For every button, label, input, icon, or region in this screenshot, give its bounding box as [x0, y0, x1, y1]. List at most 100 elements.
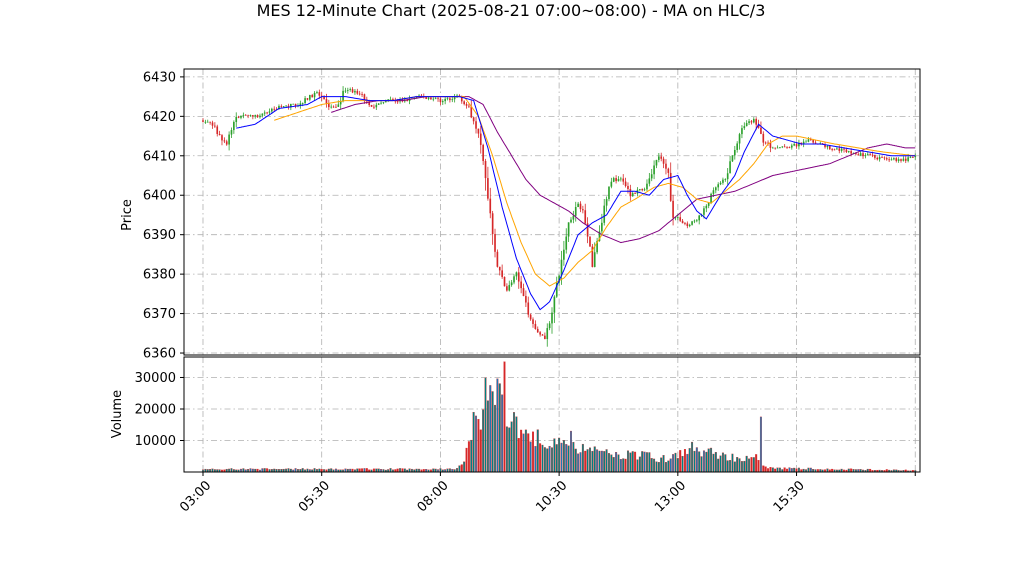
volume-bar	[674, 452, 677, 473]
candle-body	[282, 106, 285, 107]
chart-title: MES 12-Minute Chart (2025-08-21 07:00~08…	[257, 1, 766, 20]
candle-body	[610, 181, 613, 187]
volume-bar	[745, 455, 748, 473]
volume-bar	[510, 421, 513, 473]
candle-body	[840, 148, 843, 151]
candle-body	[712, 190, 715, 194]
candle-body	[517, 272, 520, 282]
volume-bar	[681, 455, 684, 473]
candle-body	[897, 159, 900, 161]
candle-body	[629, 188, 632, 197]
candle-body	[752, 119, 755, 123]
candle-body	[850, 151, 852, 154]
candle-body	[743, 126, 746, 129]
volume-bar	[555, 444, 558, 473]
chart-container: MES 12-Minute Chart (2025-08-21 07:00~08…	[0, 0, 1022, 575]
candle-body	[256, 115, 259, 118]
candle-body	[788, 146, 791, 148]
candle-body	[859, 153, 862, 156]
candle-body	[382, 102, 385, 104]
candle-body	[793, 144, 795, 146]
candle-body	[316, 92, 318, 93]
candle-body	[491, 213, 494, 235]
candle-body	[266, 112, 268, 114]
volume-bar	[465, 447, 468, 473]
price-tick-label: 6390	[143, 228, 176, 243]
candle-body	[240, 115, 242, 118]
volume-panel: 10000 20000 30000 Volume	[110, 356, 921, 473]
volume-bar	[491, 391, 494, 473]
volume-bar	[669, 458, 672, 473]
candle-body	[871, 154, 874, 156]
candle-body	[346, 90, 349, 91]
candle-body	[907, 157, 909, 161]
candle-body	[515, 272, 518, 277]
volume-bar	[622, 458, 625, 473]
candle-body	[323, 96, 325, 100]
candle-body	[731, 155, 734, 162]
price-tick-label: 6370	[143, 307, 176, 322]
volume-bar	[691, 441, 694, 473]
candle-body	[513, 276, 515, 283]
candle-body	[878, 157, 881, 160]
candle-body	[693, 220, 696, 222]
candle-body	[446, 98, 449, 100]
volume-bar	[733, 461, 736, 473]
candle-body	[370, 105, 373, 107]
volume-bar	[641, 451, 644, 473]
candle-body	[790, 145, 793, 148]
candle-body	[741, 128, 743, 135]
candle-body	[579, 203, 582, 210]
candle-body	[570, 219, 572, 223]
volume-bar	[261, 468, 264, 473]
volume-bar	[579, 452, 582, 473]
candle-body	[909, 157, 912, 158]
volume-bar	[662, 455, 665, 473]
candle-body	[779, 147, 781, 148]
volume-bar	[524, 429, 527, 473]
volume-bar	[551, 447, 553, 473]
candle-body	[658, 156, 660, 160]
candle-body	[206, 121, 209, 123]
candle-body	[271, 108, 273, 112]
volume-bar	[653, 458, 656, 473]
candle-body	[705, 205, 708, 209]
candle-body	[242, 114, 245, 116]
candle-body	[686, 223, 689, 227]
candle-body	[344, 90, 347, 92]
volume-bar	[607, 453, 610, 473]
volume-bar	[655, 461, 658, 473]
volume-bar	[793, 467, 796, 473]
candle-body	[235, 116, 238, 123]
candle-body	[584, 210, 587, 224]
candle-body	[230, 130, 233, 135]
candle-body	[838, 148, 841, 151]
candle-body	[655, 159, 658, 166]
candle-body	[738, 134, 741, 144]
volume-tick-label: 20000	[135, 402, 176, 417]
volume-bar	[263, 468, 266, 473]
candle-body	[672, 200, 674, 218]
volume-bar	[600, 450, 603, 473]
candle-body	[427, 97, 430, 99]
candle-body	[482, 144, 484, 162]
candle-body	[354, 90, 356, 93]
candle-body	[304, 98, 306, 104]
candle-body	[311, 95, 314, 98]
candle-body	[864, 155, 867, 157]
candle-body	[684, 223, 686, 224]
candle-body	[487, 178, 489, 199]
volume-bar	[726, 460, 729, 473]
volume-bar	[807, 467, 810, 473]
candle-body	[361, 94, 363, 95]
volume-bar	[719, 455, 722, 473]
candle-body	[563, 249, 565, 260]
volume-bar	[496, 378, 499, 473]
candle-body	[783, 146, 786, 148]
price-tick-label: 6430	[143, 70, 176, 85]
candle-body	[698, 215, 701, 221]
candle-body	[634, 193, 636, 194]
candle-body	[828, 146, 831, 150]
candle-body	[646, 183, 648, 190]
candle-body	[237, 116, 240, 118]
